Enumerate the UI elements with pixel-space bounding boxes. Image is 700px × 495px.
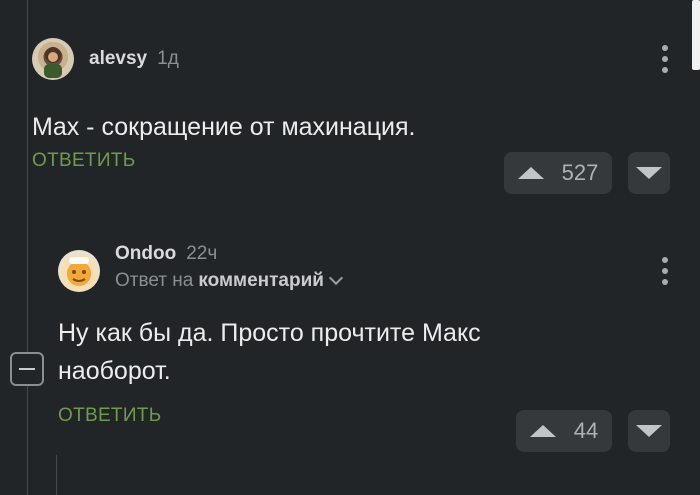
arrow-up-icon bbox=[529, 425, 556, 437]
thread-line bbox=[27, 0, 28, 495]
comment-text: Ну как бы да. Просто прочтите Макс наобо… bbox=[58, 319, 481, 385]
avatar[interactable] bbox=[32, 38, 74, 80]
reply-button[interactable]: ОТВЕТИТЬ bbox=[32, 150, 135, 172]
comment-header: Ondoo 22ч Ответ на комментарий bbox=[58, 240, 692, 292]
vote-controls: 527 bbox=[504, 152, 670, 194]
arrow-up-icon bbox=[517, 167, 544, 179]
rating-count: 44 bbox=[573, 418, 599, 443]
thread-line-nested bbox=[56, 455, 57, 495]
comment-time: 22ч bbox=[186, 243, 218, 264]
scrollbar[interactable] bbox=[692, 0, 700, 70]
rating-count: 527 bbox=[561, 160, 599, 185]
avatar[interactable] bbox=[58, 250, 100, 292]
username[interactable]: Ondoo bbox=[115, 243, 176, 265]
reply-button[interactable]: ОТВЕТИТЬ bbox=[58, 405, 161, 427]
username[interactable]: alevsy bbox=[89, 48, 147, 70]
chevron-down-icon[interactable] bbox=[328, 270, 344, 286]
upvote-button[interactable]: 527 bbox=[504, 152, 612, 194]
reply-to-target[interactable]: комментарий bbox=[198, 270, 324, 292]
upvote-button[interactable]: 44 bbox=[516, 410, 612, 452]
comment: Ondoo 22ч Ответ на комментарий Ну как бы… bbox=[58, 240, 692, 427]
downvote-button[interactable] bbox=[628, 152, 670, 194]
arrow-down-icon bbox=[636, 425, 662, 437]
reply-to-prefix: Ответ на bbox=[115, 270, 194, 291]
kebab-menu-icon[interactable] bbox=[662, 257, 668, 285]
kebab-menu-icon[interactable] bbox=[662, 45, 668, 73]
collapse-minus-icon[interactable] bbox=[10, 352, 44, 386]
vote-controls: 44 bbox=[516, 410, 670, 452]
reply-to-link[interactable]: Ответ на комментарий bbox=[115, 270, 344, 292]
comment-time: 1д bbox=[157, 48, 179, 69]
comment-text: Max - сокращение от махинация. bbox=[32, 113, 416, 141]
arrow-down-icon bbox=[636, 167, 662, 179]
downvote-button[interactable] bbox=[628, 410, 670, 452]
comment-header: alevsy 1д bbox=[32, 38, 692, 80]
